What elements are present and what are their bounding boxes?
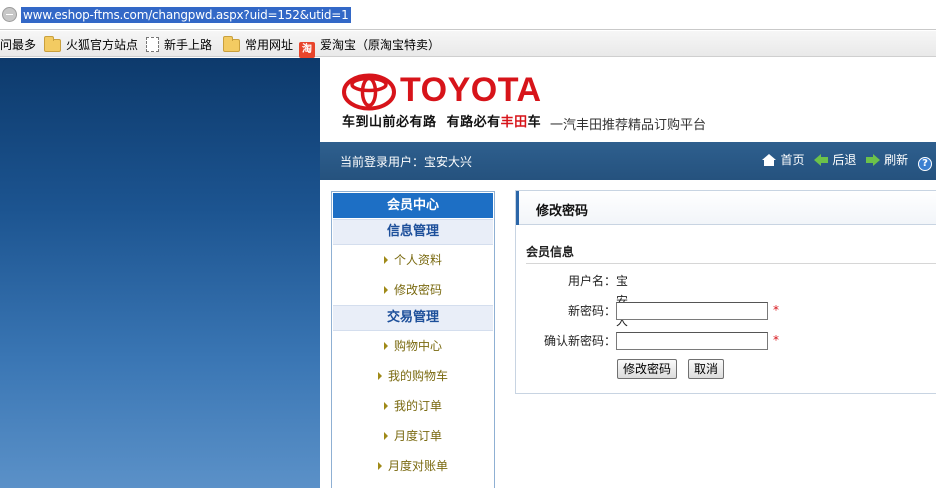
platform-name: 一汽丰田推荐精品订购平台 <box>550 118 707 133</box>
section-title: 会员信息 <box>526 245 575 259</box>
username-label: 用户名： <box>567 274 616 288</box>
bullet-icon <box>383 286 388 294</box>
section-divider <box>526 263 936 264</box>
address-bar: www.eshop-ftms.com/changpwd.aspx?uid=152… <box>0 0 936 30</box>
site-header: TOYOTA 车到山前必有路 有路必有丰田车 一汽丰田推荐精品订购平台 <box>320 58 936 142</box>
page-icon <box>146 37 159 52</box>
bookmark-common-sites[interactable]: 常用网址 <box>223 36 293 54</box>
cancel-button[interactable]: 取消 <box>688 359 725 379</box>
brand-name: TOYOTA <box>400 71 542 109</box>
confirm-password-input[interactable] <box>616 332 768 350</box>
sidebar-group-trade[interactable]: 交易管理 <box>333 305 493 331</box>
home-link[interactable]: 首页 <box>762 151 804 169</box>
bullet-icon <box>383 402 388 410</box>
sidebar-item-change-password[interactable]: 修改密码 <box>332 275 494 305</box>
sidebar-item-monthly-statement[interactable]: 月度对账单 <box>332 451 494 481</box>
bullet-icon <box>377 372 382 380</box>
confirm-password-row: 确认新密码： * <box>516 331 936 351</box>
panel-header: 修改密码 <box>516 191 936 225</box>
arrow-left-icon <box>814 154 829 166</box>
bookmark-aitaobao[interactable]: 淘爱淘宝（原淘宝特卖） <box>299 36 440 58</box>
nav-links: 首页 后退 刷新 ? <box>762 151 936 171</box>
new-password-input[interactable] <box>616 302 768 320</box>
sidebar-item-cart[interactable]: 我的购物车 <box>332 361 494 391</box>
new-password-row: 新密码： * <box>516 301 936 321</box>
home-icon <box>762 154 777 166</box>
help-icon: ? <box>918 157 932 171</box>
sidebar-item-orders[interactable]: 我的订单 <box>332 391 494 421</box>
required-mark: * <box>773 333 779 347</box>
sidebar-item-monthly-orders[interactable]: 月度订单 <box>332 421 494 451</box>
member-sidebar: 会员中心 信息管理 个人资料 修改密码 交易管理 购物中心 我的购物车 我的订单… <box>331 191 495 488</box>
bullet-icon <box>383 432 388 440</box>
url-field[interactable]: www.eshop-ftms.com/changpwd.aspx?uid=152… <box>21 7 351 23</box>
sidebar-group-info[interactable]: 信息管理 <box>333 219 493 245</box>
left-background <box>0 58 320 488</box>
toyota-logo-icon <box>342 73 396 113</box>
globe-icon <box>2 7 17 22</box>
slogan: 车到山前必有路 有路必有丰田车 <box>342 115 542 130</box>
help-link[interactable]: ? <box>918 151 936 171</box>
bullet-icon <box>377 462 382 470</box>
sidebar-title: 会员中心 <box>333 193 493 218</box>
title-accent-bar <box>516 191 519 225</box>
sidebar-item-shop[interactable]: 购物中心 <box>332 331 494 361</box>
sidebar-item-profile[interactable]: 个人资料 <box>332 245 494 275</box>
current-user-label: 当前登录用户：宝安大兴 <box>340 155 473 169</box>
bookmark-getting-started[interactable]: 新手上路 <box>146 36 212 54</box>
folder-icon <box>223 36 240 52</box>
page: TOYOTA 车到山前必有路 有路必有丰田车 一汽丰田推荐精品订购平台 当前登录… <box>320 58 936 488</box>
back-link[interactable]: 后退 <box>814 151 856 169</box>
bullet-icon <box>383 256 388 264</box>
bullet-icon <box>383 342 388 350</box>
new-password-label: 新密码： <box>567 304 616 318</box>
refresh-link[interactable]: 刷新 <box>866 151 908 169</box>
bookmark-wenzuiduo[interactable]: 问最多 <box>0 36 36 54</box>
arrow-right-icon <box>866 154 881 166</box>
bookmarks-bar: 问最多 火狐官方站点 新手上路 常用网址 淘爱淘宝（原淘宝特卖） <box>0 31 936 58</box>
nav-bar: 当前登录用户：宝安大兴 首页 后退 刷新 ? <box>320 142 936 180</box>
panel-title: 修改密码 <box>536 204 589 219</box>
required-mark: * <box>773 303 779 317</box>
confirm-password-label: 确认新密码： <box>543 334 616 348</box>
submit-change-password-button[interactable]: 修改密码 <box>617 359 678 379</box>
change-password-panel: 修改密码 会员信息 用户名： 宝安大兴 新密码： * 确认新密码： * 修改密码… <box>515 190 936 394</box>
bookmark-firefox-official[interactable]: 火狐官方站点 <box>44 36 138 54</box>
taobao-icon: 淘 <box>299 42 315 58</box>
folder-icon <box>44 36 61 52</box>
